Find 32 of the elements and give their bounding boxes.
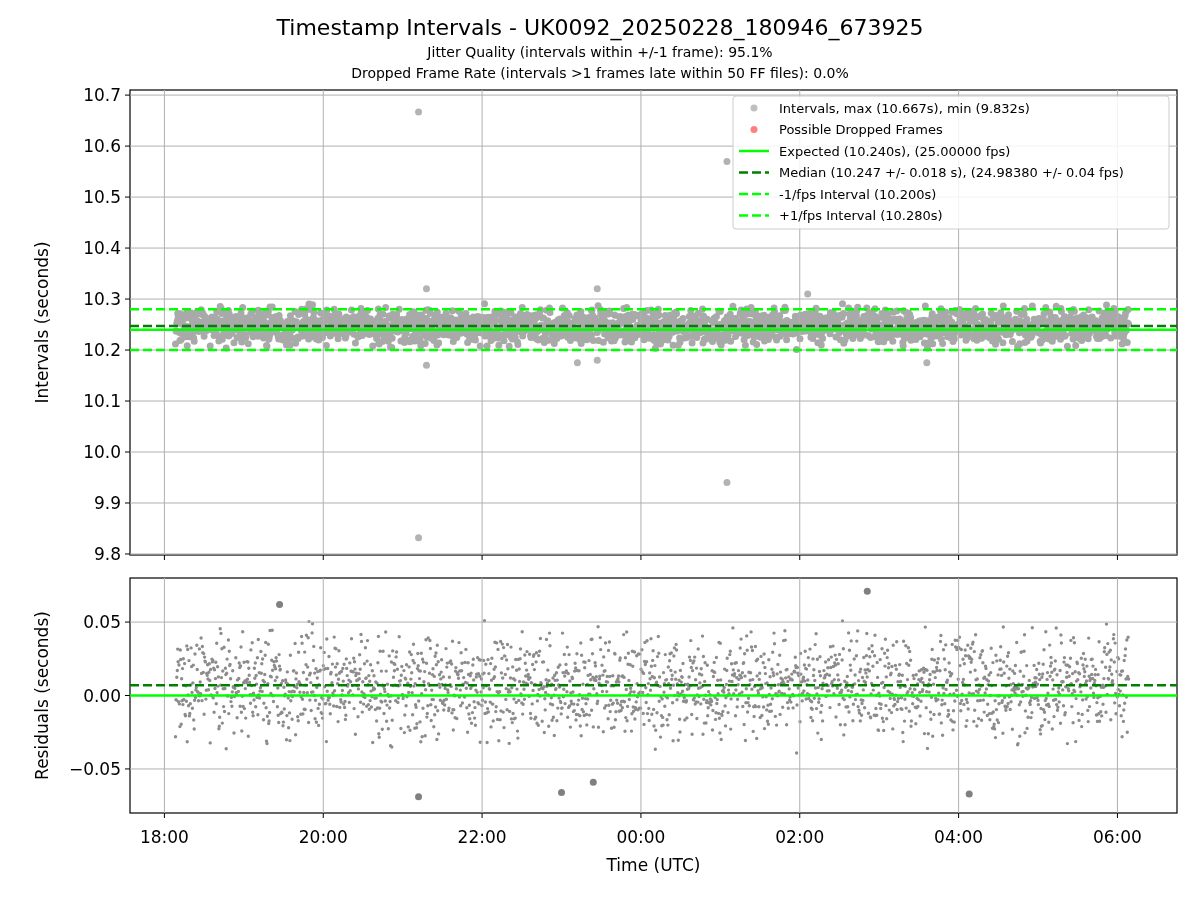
tick-label: 0.05 (83, 612, 121, 633)
tick-label: 10.7 (83, 86, 121, 106)
figure-subtitle: Dropped Frame Rate (intervals >1 frames late within 50 FF files): 0.0% (351, 64, 849, 83)
tick-label: 18:00 (139, 827, 189, 847)
tick-label: 9.8 (93, 544, 121, 564)
legend-label: +1/fps Interval (10.280s) (779, 208, 943, 223)
legend-label: Possible Dropped Frames (779, 122, 943, 137)
tick-label: 20:00 (298, 827, 348, 847)
legend-label: Intervals, max (10.667s), min (9.832s) (779, 100, 1030, 116)
tick-label: 0.00 (83, 685, 121, 706)
tick-label: 10.4 (83, 238, 121, 259)
tick-label: 10.6 (83, 136, 121, 157)
tick-label: 10.0 (83, 442, 121, 462)
tick-label: 06:00 (1092, 827, 1142, 847)
legend-label: -1/fps Interval (10.200s) (779, 186, 937, 202)
tick-label: 10.5 (83, 187, 121, 208)
tick-label: 02:00 (775, 827, 825, 847)
figure-title: Timestamp Intervals - UK0092_20250228_180946_673925 (276, 14, 924, 42)
tick-label: 22:00 (457, 827, 507, 847)
tick-label: 00:00 (616, 827, 666, 847)
tick-label: 04:00 (934, 827, 984, 847)
tick-label: 10.1 (83, 391, 121, 411)
axis-label: Residuals (seconds) (32, 611, 52, 780)
tick-label: 9.9 (93, 493, 121, 513)
axis-label: Intervals (seconds) (32, 241, 52, 404)
axis-label: Time (UTC) (606, 855, 701, 875)
tick-label: −0.05 (68, 758, 121, 779)
tick-label: 10.2 (83, 340, 121, 361)
tick-label: 10.3 (83, 289, 121, 310)
legend-label: Median (10.247 +/- 0.018 s), (24.98380 +/- 0.04 fps) (779, 165, 1124, 180)
legend-label: Expected (10.240s), (25.00000 fps) (779, 143, 1011, 159)
figure-subtitle: Jitter Quality (intervals within +/-1 frame): 95.1% (427, 43, 773, 62)
